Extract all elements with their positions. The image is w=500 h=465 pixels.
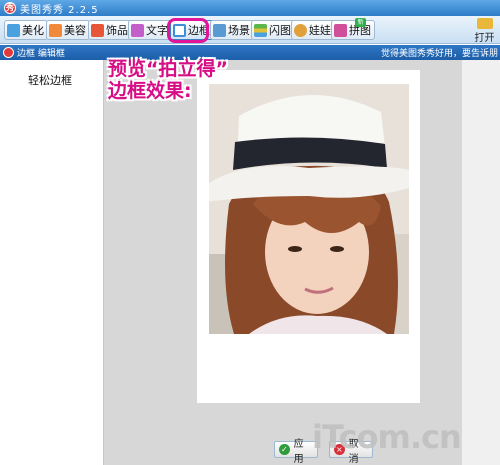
face-icon <box>49 23 62 37</box>
toolbar-button-label: 美化 <box>22 24 44 37</box>
open-label: 打开 <box>474 33 495 44</box>
preview-photo <box>209 84 409 334</box>
toolbar-button-flash[interactable]: 闪图 <box>251 20 295 40</box>
toolbar-button-beautify[interactable]: 美化 <box>4 20 48 40</box>
toolbar-button-text[interactable]: 文字 <box>128 20 172 40</box>
xiu-logo-icon: 秀 <box>4 2 16 14</box>
check-icon: ✓ <box>279 444 290 455</box>
open-button[interactable]: 打开 <box>469 17 500 44</box>
heart-icon <box>91 23 104 37</box>
landscape-icon <box>7 23 20 37</box>
annotation-line-2: 边框效果: <box>108 80 192 102</box>
window-title: 美图秀秀 2.2.5 <box>20 4 99 16</box>
toolbar-button-label: 美容 <box>64 24 86 37</box>
frame-category-sidebar: 轻松边框 <box>0 60 104 465</box>
toolbar-button-doll[interactable]: 娃娃 <box>291 20 335 40</box>
annotation-callout: 预览“拍立得” 边框效果: <box>108 58 228 102</box>
folder-icon <box>476 18 493 29</box>
text-icon <box>131 23 144 37</box>
new-badge: 新 <box>355 18 366 27</box>
toolbar-button-beauty[interactable]: 美容 <box>46 20 90 40</box>
puzzle-icon <box>334 23 347 37</box>
share-prompt-link[interactable]: 觉得美图秀秀好用，要告诉朋 <box>381 46 498 59</box>
panel-title: 边框 编辑框 <box>17 49 65 59</box>
toolbar-button-scene[interactable]: 场景 <box>210 20 254 40</box>
toolbar-button-label: 娃娃 <box>309 24 331 37</box>
xiu-logo-icon <box>3 47 14 58</box>
apply-label: 应用 <box>293 438 304 465</box>
toolbar-button-label: 场景 <box>228 24 250 37</box>
title-bar: 秀 美图秀秀 2.2.5 <box>0 0 500 16</box>
main-toolbar: 美化 美容 饰品 文字 边框 场景 闪图 娃娃 拼图 新 打开 <box>0 16 500 44</box>
frame-button-highlight-ring <box>167 18 209 43</box>
panel-header-bar: 边框 编辑框 觉得美图秀秀好用，要告诉朋 <box>0 45 500 60</box>
toolbar-button-accessories[interactable]: 饰品 <box>88 20 132 40</box>
photo-illustration <box>209 84 409 334</box>
scene-icon <box>213 23 226 37</box>
toolbar-button-label: 闪图 <box>269 24 291 37</box>
toolbar-button-puzzle[interactable]: 拼图 <box>331 20 375 40</box>
site-watermark: iTcom.cn <box>312 418 462 456</box>
flash-icon <box>254 23 267 37</box>
toolbar-button-label: 饰品 <box>106 24 128 37</box>
right-panel <box>462 60 500 465</box>
doll-icon <box>294 23 307 37</box>
annotation-line-1: 预览“拍立得” <box>108 58 228 80</box>
sidebar-item-easy-frame[interactable]: 轻松边框 <box>28 72 72 88</box>
toolbar-button-label: 文字 <box>146 24 168 37</box>
